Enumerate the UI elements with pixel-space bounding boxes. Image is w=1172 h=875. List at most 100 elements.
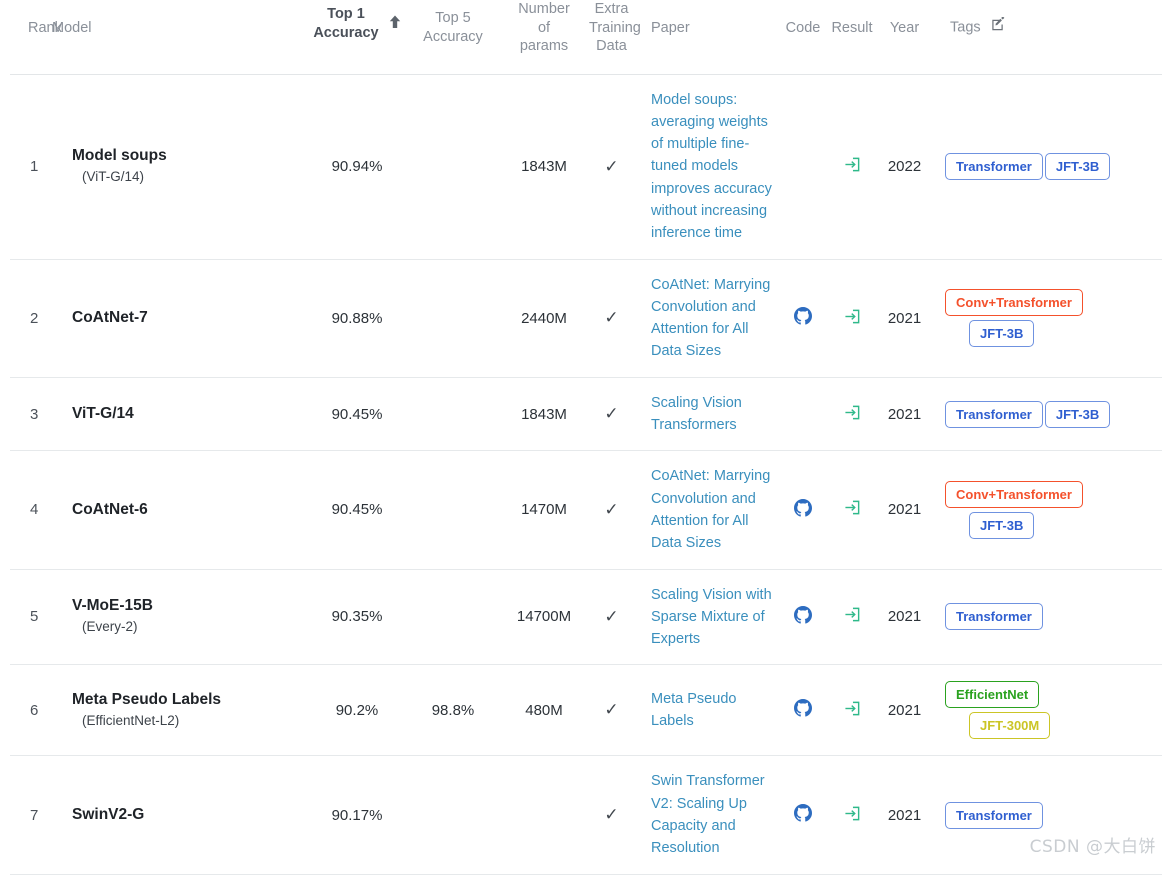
column-header-paper[interactable]: Paper <box>634 0 779 74</box>
tag-stack: Conv+Transformer JFT-3B <box>944 287 1162 349</box>
model-name[interactable]: Meta Pseudo Labels <box>72 690 307 710</box>
cell-top1-accuracy: 90.94% <box>307 74 407 259</box>
cell-code <box>779 259 827 377</box>
paper-link[interactable]: Scaling Vision Transformers <box>651 392 779 437</box>
table-row: 1Model soups(ViT-G/14)90.94%1843M✓Model … <box>10 74 1162 259</box>
github-icon[interactable] <box>794 499 812 517</box>
cell-paper: CoAtNet: Marrying Convolution and Attent… <box>634 451 779 569</box>
column-header-tags-label: Tags <box>950 20 981 36</box>
cell-extra-training-data: ✓ <box>589 756 634 874</box>
tag[interactable]: JFT-3B <box>1045 401 1110 428</box>
cell-model: CoAtNet-7 <box>52 259 307 377</box>
cell-number-of-params: 480M <box>499 665 589 756</box>
paper-link[interactable]: Meta Pseudo Labels <box>651 688 779 733</box>
tag-stack: Conv+Transformer JFT-3B <box>944 479 1162 541</box>
model-name[interactable]: CoAtNet-7 <box>72 308 307 328</box>
result-link-icon[interactable] <box>844 606 861 623</box>
cell-code <box>779 377 827 451</box>
github-icon[interactable] <box>794 307 812 325</box>
tag[interactable]: Transformer <box>945 802 1043 829</box>
cell-extra-training-data: ✓ <box>589 665 634 756</box>
tag[interactable]: JFT-3B <box>1045 153 1110 180</box>
cell-model: Meta Pseudo Labels(EfficientNet-L2) <box>52 665 307 756</box>
cell-model: SwinV2-G <box>52 756 307 874</box>
edit-square-icon[interactable] <box>991 17 1005 37</box>
github-icon[interactable] <box>794 699 812 717</box>
cell-tags: Conv+Transformer JFT-3B <box>932 259 1162 377</box>
cell-top5-accuracy <box>407 74 499 259</box>
cell-paper: Scaling Vision Transformers <box>634 377 779 451</box>
cell-paper: Model soups: averaging weights of multip… <box>634 74 779 259</box>
column-header-code[interactable]: Code <box>779 0 827 74</box>
model-name[interactable]: CoAtNet-6 <box>72 500 307 520</box>
cell-extra-training-data: ✓ <box>589 259 634 377</box>
paper-link[interactable]: Swin Transformer V2: Scaling Up Capacity… <box>651 770 779 859</box>
column-header-extra-training-data[interactable]: Extra Training Data <box>589 0 634 74</box>
cell-year: 2021 <box>877 756 932 874</box>
cell-result <box>827 665 877 756</box>
tag[interactable]: JFT-300M <box>969 712 1050 739</box>
column-header-code-label: Code <box>786 20 821 36</box>
model-variant: (Every-2) <box>72 617 307 637</box>
column-header-top5-accuracy[interactable]: Top 5 Accuracy <box>407 0 499 74</box>
tag[interactable]: Transformer <box>945 401 1043 428</box>
github-icon[interactable] <box>794 606 812 624</box>
paper-link[interactable]: Scaling Vision with Sparse Mixture of Ex… <box>651 584 779 651</box>
paper-link[interactable]: CoAtNet: Marrying Convolution and Attent… <box>651 274 779 363</box>
table-row: 7SwinV2-G90.17%✓Swin Transformer V2: Sca… <box>10 756 1162 874</box>
tag-line: JFT-3B <box>944 318 1162 349</box>
cell-result <box>827 259 877 377</box>
column-header-top1-accuracy[interactable]: Top 1 Accuracy <box>307 0 407 74</box>
result-link-icon[interactable] <box>844 308 861 325</box>
model-name[interactable]: SwinV2-G <box>72 805 307 825</box>
tag[interactable]: Transformer <box>945 153 1043 180</box>
paper-link[interactable]: Model soups: averaging weights of multip… <box>651 89 779 245</box>
column-header-extra-line1: Extra <box>595 1 629 17</box>
cell-top1-accuracy: 90.45% <box>307 451 407 569</box>
cell-code <box>779 569 827 665</box>
table-header: Rank Model Top 1 Accuracy <box>10 0 1162 74</box>
cell-number-of-params: 2440M <box>499 259 589 377</box>
model-name[interactable]: Model soups <box>72 146 307 166</box>
result-link-icon[interactable] <box>844 156 861 173</box>
cell-rank: 1 <box>10 74 52 259</box>
tag[interactable]: JFT-3B <box>969 320 1034 347</box>
cell-number-of-params <box>499 756 589 874</box>
column-header-rank[interactable]: Rank <box>10 0 52 74</box>
cell-tags: Conv+Transformer JFT-3B <box>932 451 1162 569</box>
model-name[interactable]: V-MoE-15B <box>72 596 307 616</box>
cell-rank: 3 <box>10 377 52 451</box>
tag-line: Conv+Transformer <box>944 479 1162 510</box>
tag[interactable]: Transformer <box>945 603 1043 630</box>
cell-number-of-params: 1470M <box>499 451 589 569</box>
cell-rank: 2 <box>10 259 52 377</box>
column-header-tags[interactable]: Tags <box>932 0 1162 74</box>
tag[interactable]: Conv+Transformer <box>945 481 1083 508</box>
result-link-icon[interactable] <box>844 805 861 822</box>
column-header-year[interactable]: Year <box>877 0 932 74</box>
model-variant: (EfficientNet-L2) <box>72 711 307 731</box>
column-header-result-label: Result <box>831 20 872 36</box>
result-link-icon[interactable] <box>844 404 861 421</box>
column-header-number-of-params[interactable]: Number of params <box>499 0 589 74</box>
cell-result <box>827 74 877 259</box>
column-header-model[interactable]: Model <box>52 0 307 74</box>
tag[interactable]: EfficientNet <box>945 681 1039 708</box>
cell-code <box>779 756 827 874</box>
table-row: 4CoAtNet-690.45%1470M✓CoAtNet: Marrying … <box>10 451 1162 569</box>
tag[interactable]: JFT-3B <box>969 512 1034 539</box>
result-link-icon[interactable] <box>844 499 861 516</box>
column-header-result[interactable]: Result <box>827 0 877 74</box>
arrow-up-icon[interactable] <box>389 15 401 35</box>
github-icon[interactable] <box>794 804 812 822</box>
cell-top1-accuracy: 90.17% <box>307 756 407 874</box>
leaderboard-table: Rank Model Top 1 Accuracy <box>10 0 1162 875</box>
cell-paper: Scaling Vision with Sparse Mixture of Ex… <box>634 569 779 665</box>
model-name[interactable]: ViT-G/14 <box>72 404 307 424</box>
result-link-icon[interactable] <box>844 700 861 717</box>
table-row: 2CoAtNet-790.88%2440M✓CoAtNet: Marrying … <box>10 259 1162 377</box>
cell-rank: 5 <box>10 569 52 665</box>
column-header-top1-line1: Top 1 <box>327 6 365 22</box>
paper-link[interactable]: CoAtNet: Marrying Convolution and Attent… <box>651 465 779 554</box>
tag[interactable]: Conv+Transformer <box>945 289 1083 316</box>
